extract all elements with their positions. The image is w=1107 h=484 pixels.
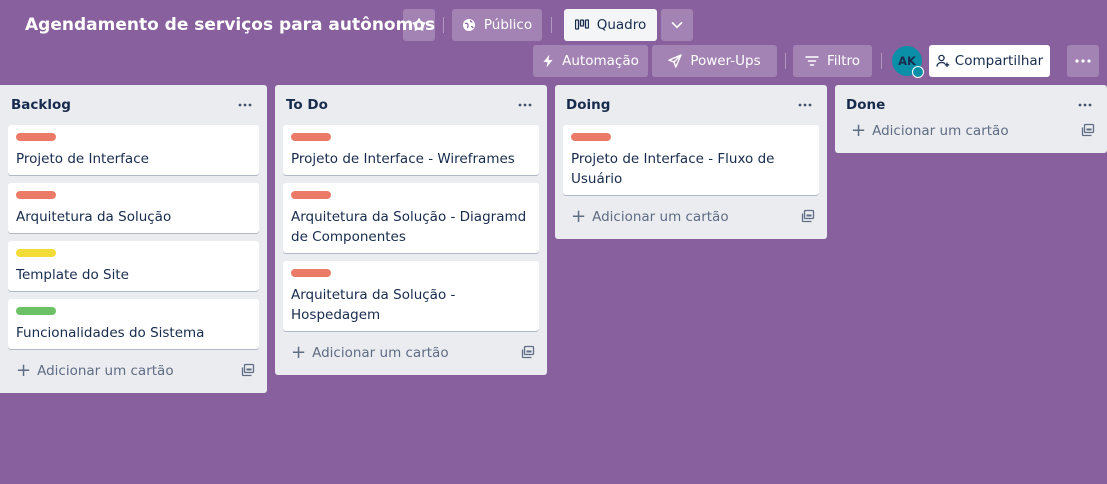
add-card-label: Adicionar um cartão: [37, 363, 174, 379]
add-card-button[interactable]: + Adicionar um cartão: [563, 203, 819, 231]
card-title: Template do Site: [16, 267, 129, 283]
card-label[interactable]: [291, 269, 331, 277]
card-label[interactable]: [16, 191, 56, 199]
header-divider: [551, 17, 552, 33]
globe-icon: [462, 18, 476, 32]
view-label: Quadro: [596, 17, 647, 33]
add-member-icon: [936, 54, 950, 68]
view-dropdown-button[interactable]: [661, 9, 693, 41]
list-menu-icon[interactable]: [795, 95, 815, 115]
card[interactable]: Projeto de Interface - Fluxo de Usuário: [563, 125, 819, 195]
card[interactable]: Arquitetura da Solução - Hospedagem: [283, 261, 539, 331]
list-menu-icon[interactable]: [515, 95, 535, 115]
list-title[interactable]: Done: [846, 97, 885, 113]
card-label[interactable]: [291, 133, 331, 141]
card-label[interactable]: [16, 249, 56, 257]
card-label[interactable]: [291, 191, 331, 199]
rocket-icon: [668, 54, 683, 68]
board-title[interactable]: Agendamento de serviços para autônomos: [17, 9, 443, 41]
card-title: Arquitetura da Solução - Hospedagem: [291, 287, 456, 323]
card-title: Projeto de Interface - Wireframes: [291, 151, 515, 167]
header-divider: [443, 17, 444, 33]
card-template-icon[interactable]: [241, 363, 255, 381]
admin-badge-icon: [912, 66, 924, 78]
card[interactable]: Template do Site: [8, 241, 259, 291]
card-title: Projeto de Interface: [16, 151, 149, 167]
star-icon: [411, 17, 427, 33]
header-divider: [785, 53, 786, 69]
card-template-icon[interactable]: [1081, 123, 1095, 141]
lightning-icon: [542, 54, 554, 68]
add-card-label: Adicionar um cartão: [872, 123, 1009, 139]
list-menu-icon[interactable]: [1075, 95, 1095, 115]
list-header: To Do: [283, 85, 539, 125]
more-icon: [1075, 59, 1091, 63]
share-button[interactable]: Compartilhar: [929, 45, 1050, 77]
add-card-label: Adicionar um cartão: [592, 209, 729, 225]
card-template-icon[interactable]: [521, 345, 535, 363]
star-button[interactable]: [403, 9, 435, 41]
chevron-down-icon: [670, 18, 684, 32]
add-card-button[interactable]: + Adicionar um cartão: [283, 339, 539, 367]
list-header: Doing: [563, 85, 819, 125]
card-title: Funcionalidades do Sistema: [16, 325, 205, 341]
board-icon: [574, 19, 589, 31]
card-label[interactable]: [571, 133, 611, 141]
plus-icon: +: [571, 206, 587, 227]
add-card-button[interactable]: + Adicionar um cartão: [8, 357, 259, 385]
filter-icon: [805, 55, 819, 67]
visibility-button[interactable]: Público: [452, 9, 542, 41]
list-menu-icon[interactable]: [235, 95, 255, 115]
list: Backlog Projeto de Interface Arquitetura d…: [0, 85, 267, 393]
member-avatar[interactable]: AK: [892, 46, 924, 78]
share-label: Compartilhar: [954, 53, 1044, 69]
show-menu-button[interactable]: [1067, 45, 1099, 77]
card-template-icon[interactable]: [801, 209, 815, 227]
header-divider: [881, 53, 882, 69]
list: Done + Adicionar um cartão: [835, 85, 1107, 153]
plus-icon: +: [16, 360, 32, 381]
card[interactable]: Projeto de Interface - Wireframes: [283, 125, 539, 175]
list-header: Backlog: [8, 85, 259, 125]
plus-icon: +: [851, 120, 867, 141]
powerups-label: Power-Ups: [690, 53, 761, 69]
list-title[interactable]: Backlog: [11, 97, 71, 113]
visibility-label: Público: [483, 17, 533, 33]
card-label[interactable]: [16, 307, 56, 315]
view-switcher-button[interactable]: Quadro: [564, 9, 657, 41]
add-card-button[interactable]: + Adicionar um cartão: [843, 117, 1099, 145]
card-title: Projeto de Interface - Fluxo de Usuário: [571, 151, 775, 187]
automation-button[interactable]: Automação: [533, 45, 648, 77]
list-title[interactable]: To Do: [286, 97, 328, 113]
automation-label: Automação: [562, 53, 639, 69]
card[interactable]: Arquitetura da Solução: [8, 183, 259, 233]
card[interactable]: Funcionalidades do Sistema: [8, 299, 259, 349]
board-header: Agendamento de serviços para autônomos P…: [0, 0, 1107, 84]
list-title[interactable]: Doing: [566, 97, 610, 113]
card-title: Arquitetura da Solução: [16, 209, 172, 225]
add-card-label: Adicionar um cartão: [312, 345, 449, 361]
powerups-button[interactable]: Power-Ups: [652, 45, 777, 77]
list: Doing Projeto de Interface - Fluxo de Usu…: [555, 85, 827, 239]
card[interactable]: Arquitetura da Solução - Diagramd de Com…: [283, 183, 539, 253]
filter-label: Filtro: [826, 53, 861, 69]
card-label[interactable]: [16, 133, 56, 141]
filter-button[interactable]: Filtro: [793, 45, 872, 77]
card[interactable]: Projeto de Interface: [8, 125, 259, 175]
plus-icon: +: [291, 342, 307, 363]
list: To Do Projeto de Interface - Wireframes Ar…: [275, 85, 547, 375]
card-title: Arquitetura da Solução - Diagramd de Com…: [291, 209, 527, 245]
